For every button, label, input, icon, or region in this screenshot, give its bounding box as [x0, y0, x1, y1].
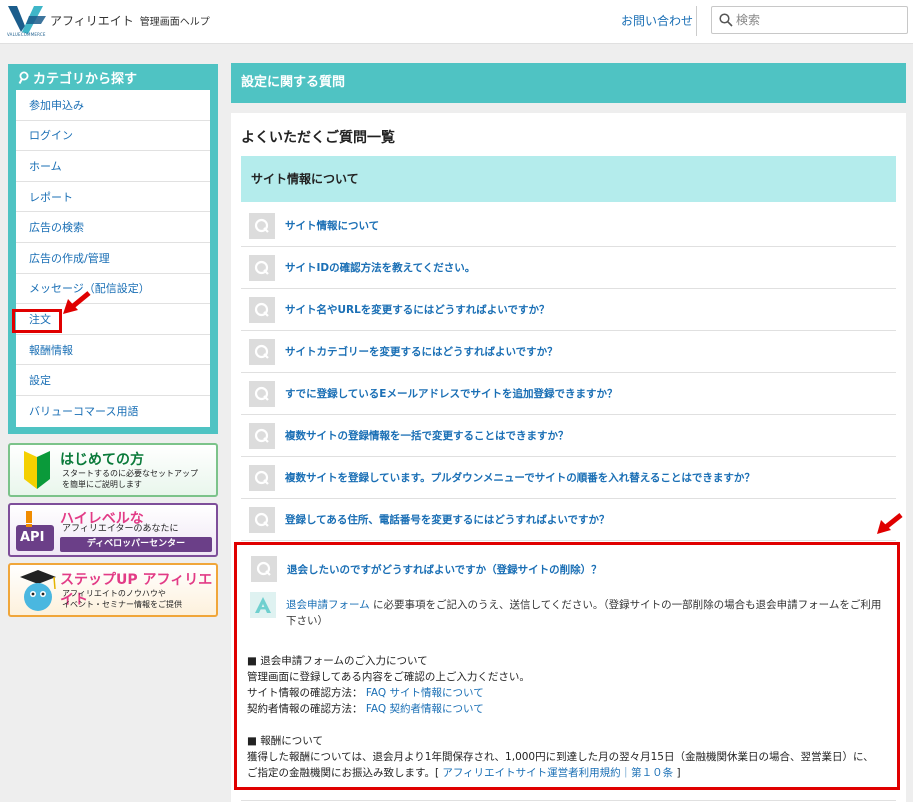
reward-line1: 獲得した報酬については、退会月より1年間保存され、1,000円に到達した月の翌々… — [247, 751, 874, 763]
faq-question[interactable]: 複数サイトを登録しています。プルダウンメニューでサイトの順番を入れ替えることはで… — [285, 470, 755, 485]
faq-question[interactable]: 登録してある住所、電話番号を変更するにはどうすればよいですか？ — [285, 512, 610, 527]
brand-title[interactable]: アフィリエイト 管理画面ヘルプ — [50, 12, 210, 29]
logo-subtext: VALUECOMMERCE — [7, 32, 46, 37]
header-divider — [696, 6, 697, 36]
faq-item[interactable]: 登録してある住所、電話番号を変更するにはどうすればよいですか？ — [241, 499, 896, 541]
category-item-message[interactable]: メッセージ（配信設定） — [16, 274, 210, 305]
question-icon — [251, 556, 277, 582]
faq-item[interactable]: サイト名やURLを変更するにはどうすればよいですか？ — [241, 289, 896, 331]
question-icon — [249, 422, 275, 449]
category-item-glossary[interactable]: バリューコマース用語 — [16, 396, 210, 427]
beginner-banner-title: はじめての方 — [60, 452, 144, 468]
page-title: 設定に関する質問 — [231, 63, 906, 103]
api-badge: API — [20, 530, 45, 545]
brand-name: アフィリエイト — [50, 14, 134, 28]
question-icon — [249, 380, 275, 407]
top-header: VALUECOMMERCE アフィリエイト 管理画面ヘルプ お問い合わせ — [0, 0, 913, 44]
search-input[interactable] — [736, 10, 901, 30]
faq-question[interactable]: 複数サイトの登録情報を一括で変更することはできますか？ — [285, 428, 569, 443]
answer-highlight-box: 退会したいのですがどうすればよいですか（登録サイトの削除）？ 退会申請フォーム … — [234, 542, 900, 790]
answer-text-body: に必要事項をご記入のうえ、送信してください。（登録サイトの一部削除の場合も退会申… — [286, 599, 882, 627]
answer-icon — [250, 592, 276, 618]
faq-item-expanded[interactable]: 退会したいのですがどうすればよいですか（登録サイトの削除）？ — [251, 556, 602, 582]
search-icon — [18, 71, 29, 84]
contractor-info-label: 契約者情報の確認方法： — [247, 703, 363, 715]
terms-link[interactable]: アフィリエイトサイト運営者利用規約｜第１０条 — [442, 767, 673, 779]
beginner-mark-icon — [24, 451, 50, 489]
search-box[interactable] — [711, 6, 908, 34]
category-item-signup[interactable]: 参加申込み — [16, 90, 210, 121]
question-icon — [249, 296, 275, 323]
reward-line2-end: ] — [673, 767, 681, 779]
faq-panel: よくいただくご質問一覧 サイト情報について サイト情報について サイトIDの確認… — [231, 113, 906, 802]
order-highlight-box — [12, 309, 62, 333]
stepup-banner-desc: アフィリエイトのノウハウや イベント・セミナー情報をご提供 — [62, 588, 182, 610]
faq-question[interactable]: すでに登録しているEメールアドレスでサイトを追加登録できますか？ — [285, 386, 617, 401]
developer-banner-desc: アフィリエイターのあなたに — [62, 524, 179, 534]
section-title-reward: ■ 報酬について — [247, 735, 323, 747]
divider — [241, 800, 896, 801]
developer-banner[interactable]: API ハイレベルな アフィリエイターのあなたに ディベロッパーセンター — [8, 503, 218, 557]
category-title-text: カテゴリから探す — [33, 72, 138, 87]
question-icon — [249, 464, 275, 491]
category-list: 参加申込み ログイン ホーム レポート 広告の検索 広告の作成/管理 メッセージ… — [16, 90, 210, 427]
faq-item[interactable]: 複数サイトの登録情報を一括で変更することはできますか？ — [241, 415, 896, 457]
stepup-desc-line2: イベント・セミナー情報をご提供 — [62, 600, 182, 609]
reward-line2-text: ご指定の金融機関にお振込み致します。[ — [247, 767, 443, 779]
withdrawal-line3: 契約者情報の確認方法： FAQ 契約者情報について — [247, 701, 887, 717]
faq-question[interactable]: サイトカテゴリーを変更するにはどうすればよいですか？ — [285, 344, 558, 359]
faq-question[interactable]: サイト情報について — [285, 218, 379, 233]
question-icon — [249, 212, 275, 239]
category-item-login[interactable]: ログイン — [16, 121, 210, 152]
faq-contractor-info-link[interactable]: FAQ 契約者情報について — [366, 703, 484, 715]
stepup-banner[interactable]: ステップUP アフィリエイト アフィリエイトのノウハウや イベント・セミナー情報… — [8, 563, 218, 617]
section-heading: サイト情報について — [241, 156, 896, 202]
answer-text: 退会申請フォーム に必要事項をご記入のうえ、送信してください。（登録サイトの一部… — [286, 592, 882, 629]
red-arrow-icon — [877, 513, 903, 534]
contact-link[interactable]: お問い合わせ — [621, 12, 693, 29]
question-icon — [249, 338, 275, 365]
faq-item[interactable]: 複数サイトを登録しています。プルダウンメニューでサイトの順番を入れ替えることはで… — [241, 457, 896, 499]
faq-question[interactable]: サイトIDの確認方法を教えてください。 — [285, 260, 475, 275]
faq-item[interactable]: すでに登録しているEメールアドレスでサイトを追加登録できますか？ — [241, 373, 896, 415]
brand-subtitle: 管理画面ヘルプ — [139, 17, 210, 28]
red-arrow-icon — [63, 291, 91, 314]
answer-details: ■ 退会申請フォームのご入力について 管理画面に登録してある内容をご確認の上ご入… — [247, 653, 887, 781]
category-item-report[interactable]: レポート — [16, 182, 210, 213]
faq-item[interactable]: サイト情報について — [241, 205, 896, 247]
faq-question[interactable]: 退会したいのですがどうすればよいですか（登録サイトの削除）？ — [287, 562, 602, 577]
beginner-desc-line2: を簡単にご説明します — [62, 480, 142, 489]
mascot-graduate-icon — [20, 570, 56, 611]
question-icon — [249, 254, 275, 281]
category-item-reward[interactable]: 報酬情報 — [16, 335, 210, 366]
withdrawal-form-link[interactable]: 退会申請フォーム — [286, 599, 370, 611]
faq-item[interactable]: サイトIDの確認方法を教えてください。 — [241, 247, 896, 289]
withdrawal-line1: 管理画面に登録してある内容をご確認の上ご入力ください。 — [247, 671, 530, 683]
category-item-ad-manage[interactable]: 広告の作成/管理 — [16, 243, 210, 274]
developer-center-label: ディベロッパーセンター — [60, 537, 212, 552]
faq-question[interactable]: サイト名やURLを変更するにはどうすればよいですか？ — [285, 302, 550, 317]
faq-item[interactable]: サイトカテゴリーを変更するにはどうすればよいですか？ — [241, 331, 896, 373]
search-icon — [719, 13, 733, 27]
beginner-banner-desc: スタートするのに必要なセットアップ を簡単にご説明します — [62, 468, 198, 490]
faq-site-info-link[interactable]: FAQ サイト情報について — [366, 687, 484, 699]
category-item-settings[interactable]: 設定 — [16, 365, 210, 396]
category-item-ad-search[interactable]: 広告の検索 — [16, 212, 210, 243]
faq-list-title: よくいただくご質問一覧 — [241, 130, 395, 146]
section-title-withdrawal: ■ 退会申請フォームのご入力について — [247, 655, 428, 667]
reward-line2: ご指定の金融機関にお振込み致します。[ アフィリエイトサイト運営者利用規約｜第１… — [247, 765, 887, 781]
beginner-banner[interactable]: はじめての方 スタートするのに必要なセットアップ を簡単にご説明します — [8, 443, 218, 497]
withdrawal-line2: サイト情報の確認方法： FAQ サイト情報について — [247, 685, 887, 701]
beginner-desc-line1: スタートするのに必要なセットアップ — [62, 469, 198, 478]
question-icon — [249, 506, 275, 533]
answer-block: 退会申請フォーム に必要事項をご記入のうえ、送信してください。（登録サイトの一部… — [250, 592, 882, 629]
category-panel: カテゴリから探す 参加申込み ログイン ホーム レポート 広告の検索 広告の作成… — [8, 64, 218, 434]
stepup-desc-line1: アフィリエイトのノウハウや — [62, 589, 166, 598]
category-item-home[interactable]: ホーム — [16, 151, 210, 182]
category-panel-title: カテゴリから探す — [18, 68, 137, 87]
site-info-label: サイト情報の確認方法： — [247, 687, 363, 699]
